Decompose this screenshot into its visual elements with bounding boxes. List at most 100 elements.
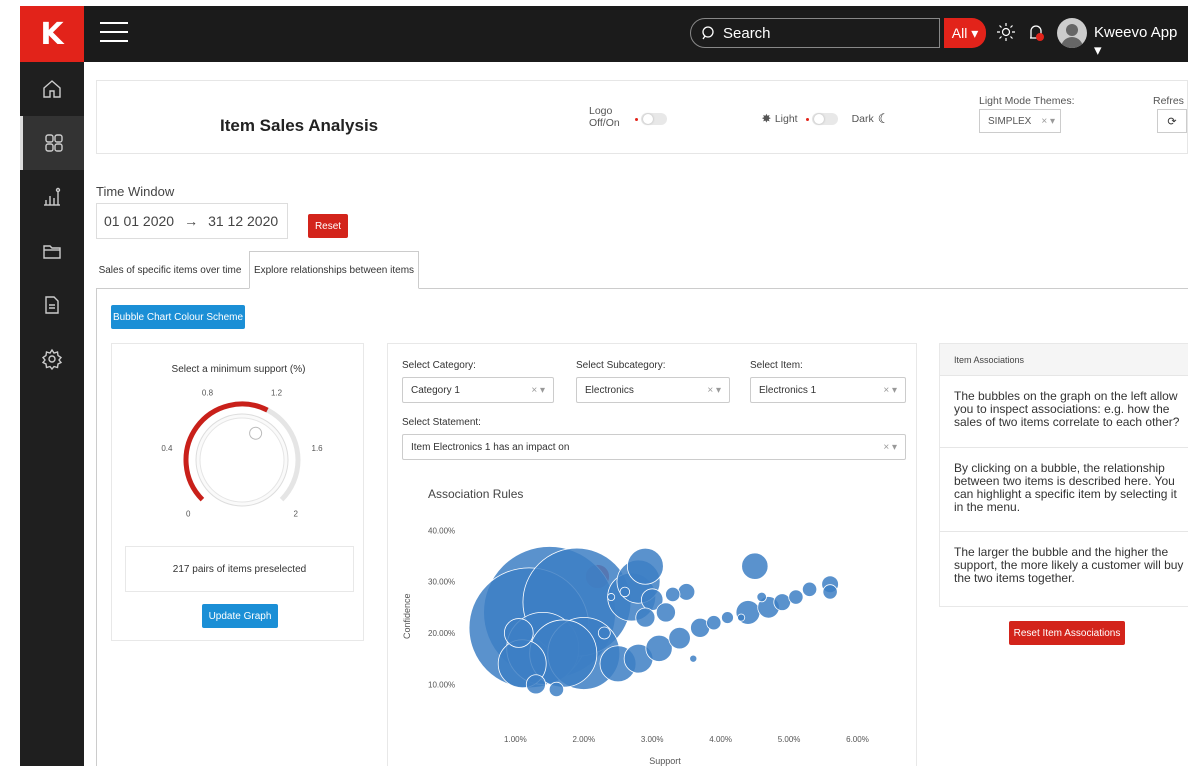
brightness-toggle[interactable] — [996, 22, 1016, 47]
association-bubble[interactable] — [619, 586, 631, 598]
sidebar-item-home[interactable] — [20, 62, 84, 116]
user-avatar[interactable] — [1057, 18, 1087, 48]
item-select[interactable]: Electronics 1 × ▾ — [750, 377, 906, 403]
association-bubble[interactable] — [665, 586, 681, 603]
theme-select[interactable]: SIMPLEX × ▾ — [979, 109, 1061, 133]
tab-sales-over-time[interactable]: Sales of specific items over time — [96, 251, 244, 289]
x-tick-label: 6.00% — [846, 735, 869, 744]
sidebar-item-documents[interactable] — [20, 278, 84, 332]
clear-chevron-icon[interactable]: × ▾ — [883, 385, 897, 396]
analytics-icon — [44, 187, 61, 206]
y-tick-label: 30.00% — [428, 578, 455, 587]
tab-explore-relationships[interactable]: Explore relationships between items — [249, 251, 419, 289]
clear-chevron-icon[interactable]: × ▾ — [883, 442, 897, 453]
update-graph-button[interactable]: Update Graph — [202, 604, 278, 628]
association-bubble[interactable] — [677, 583, 696, 601]
end-date[interactable]: 31 12 2020 — [208, 213, 278, 229]
subcategory-select[interactable]: Electronics × ▾ — [576, 377, 730, 403]
refresh-button[interactable]: ⟳ — [1157, 109, 1187, 133]
association-bubble[interactable] — [741, 552, 769, 580]
x-tick-label: 3.00% — [641, 735, 664, 744]
association-bubble[interactable] — [607, 593, 616, 602]
logo-toggle[interactable] — [635, 113, 667, 125]
min-support-card: Select a minimum support (%) 0 0.4 0.8 1.2 1… — [111, 343, 364, 641]
themes-label: Light Mode Themes: — [979, 95, 1075, 107]
association-bubble[interactable] — [655, 602, 676, 623]
sidebar-item-folders[interactable] — [20, 224, 84, 278]
association-bubble[interactable] — [737, 613, 746, 622]
reset-item-associations-button[interactable]: Reset Item Associations — [1009, 621, 1125, 645]
association-bubble[interactable] — [689, 654, 698, 663]
statement-select[interactable]: Item Electronics 1 has an impact on × ▾ — [402, 434, 906, 460]
association-bubble[interactable] — [822, 584, 838, 600]
light-label: Light — [774, 113, 798, 125]
associations-paragraph-3: The larger the bubble and the higher the… — [954, 545, 1184, 585]
reset-date-button[interactable]: Reset — [308, 214, 348, 238]
user-menu[interactable]: Kweevo App ▾ — [1094, 24, 1188, 59]
sidebar-item-dashboards[interactable] — [20, 116, 84, 170]
category-select-value: Category 1 — [411, 384, 460, 396]
y-tick-label: 10.00% — [428, 680, 455, 689]
association-bubble[interactable] — [756, 591, 767, 603]
min-support-title: Select a minimum support (%) — [171, 364, 306, 375]
category-select[interactable]: Category 1 × ▾ — [402, 377, 554, 403]
search-input[interactable]: Search — [690, 18, 940, 48]
knob-tick-label: 0.4 — [161, 444, 173, 453]
home-icon — [43, 80, 61, 98]
y-tick-label: 40.00% — [428, 526, 455, 535]
statement-label: Select Statement: — [402, 417, 481, 428]
clear-theme-icon[interactable]: × ▾ — [1041, 116, 1055, 127]
search-scope-dropdown[interactable]: All ▾ — [944, 18, 986, 48]
association-bubble[interactable] — [721, 611, 734, 624]
association-bubble[interactable] — [626, 547, 664, 585]
date-range-picker[interactable]: 01 01 2020 → 31 12 2020 — [96, 203, 288, 239]
support-knob[interactable]: 0 0.4 0.8 1.2 1.6 2 — [112, 384, 365, 524]
notifications-button[interactable] — [1026, 22, 1046, 49]
association-bubble[interactable] — [503, 618, 534, 648]
x-tick-label: 5.00% — [778, 735, 801, 744]
association-bubble[interactable] — [773, 593, 792, 611]
search-scope-label: All ▾ — [951, 24, 979, 41]
light-dark-toggle[interactable] — [805, 113, 838, 125]
association-bubble[interactable] — [525, 674, 546, 695]
sidebar-item-analytics[interactable] — [20, 170, 84, 224]
item-associations-panel: Item Associations The bubbles on the gra… — [939, 343, 1188, 607]
start-date[interactable]: 01 01 2020 — [104, 213, 174, 229]
settings-gear-icon — [41, 348, 63, 370]
sidebar-item-settings[interactable] — [20, 332, 84, 386]
association-chart-card: Select Category: Category 1 × ▾ Select Su… — [387, 343, 917, 766]
statement-select-value: Item Electronics 1 has an impact on — [411, 441, 570, 453]
arrow-right-icon: → — [184, 213, 199, 229]
clear-chevron-icon[interactable]: × ▾ — [707, 385, 721, 396]
knob-tick-label: 2 — [294, 510, 299, 519]
subcategory-label: Select Subcategory: — [576, 360, 666, 371]
theme-select-value: SIMPLEX — [988, 115, 1032, 127]
bubble-colour-scheme-button[interactable]: Bubble Chart Colour Scheme — [111, 305, 245, 329]
association-bubble[interactable] — [801, 581, 818, 597]
knob-tick-label: 0.8 — [202, 388, 214, 397]
association-bubble[interactable] — [548, 681, 565, 698]
search-placeholder: Search — [723, 24, 771, 42]
sun-icon — [997, 23, 1015, 41]
association-bubble[interactable] — [706, 615, 722, 631]
association-bubble[interactable] — [668, 626, 691, 650]
logo-toggle-label: Logo Off/On — [589, 105, 620, 129]
association-bubble[interactable] — [597, 626, 611, 640]
bell-icon — [1030, 25, 1044, 41]
x-tick-label: 2.00% — [572, 735, 595, 744]
light-dark-toggle-group: ✸ Light Dark ☾ — [762, 111, 889, 127]
kweevo-logo[interactable]: K — [20, 6, 84, 62]
association-rules-bubble-chart[interactable]: Association Rules Confidence Support 10.… — [388, 474, 918, 766]
refresh-icon: ⟳ — [1167, 115, 1177, 128]
tab-content-panel: Bubble Chart Colour Scheme Select a mini… — [96, 288, 1188, 766]
association-bubble[interactable] — [645, 634, 673, 662]
item-select-value: Electronics 1 — [759, 384, 817, 396]
knob-handle[interactable] — [249, 426, 263, 440]
y-axis-label: Confidence — [402, 593, 412, 639]
document-icon — [45, 296, 59, 314]
clear-chevron-icon[interactable]: × ▾ — [531, 385, 545, 396]
hamburger-menu-icon[interactable] — [100, 22, 128, 44]
association-bubble[interactable] — [788, 589, 804, 605]
dashboard-grid-icon — [44, 134, 63, 152]
association-bubble[interactable] — [635, 607, 656, 628]
